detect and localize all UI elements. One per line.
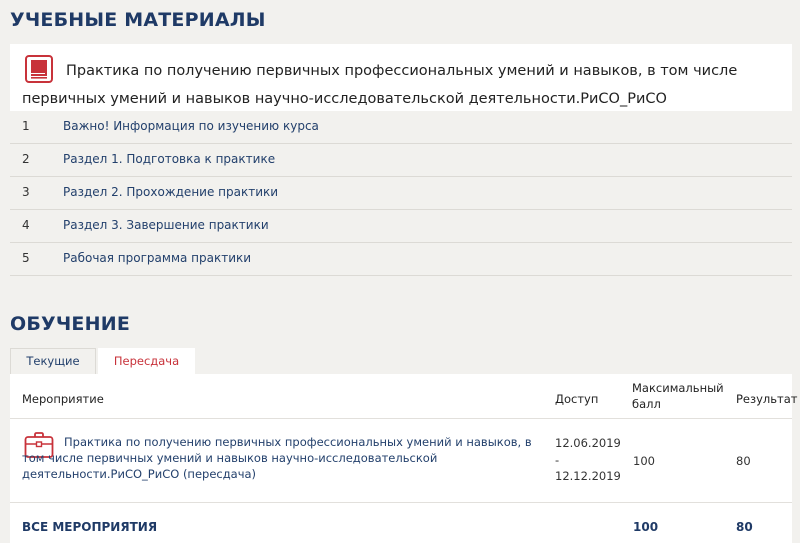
tab-retake[interactable]: Пересдача <box>98 348 195 374</box>
topic-number: 2 <box>22 152 30 166</box>
topic-link[interactable]: Раздел 1. Подготовка к практике <box>63 152 275 166</box>
topic-link[interactable]: Рабочая программа практики <box>63 251 251 265</box>
list-item[interactable]: 1 Важно! Информация по изучению курса <box>10 111 792 144</box>
max-score-header-line2: балл <box>632 397 661 411</box>
result-value: 80 <box>736 454 751 468</box>
course-title[interactable]: Практика по получению первичных професси… <box>22 57 782 113</box>
row-divider <box>10 502 792 503</box>
column-header-event: Мероприятие <box>22 392 104 406</box>
topic-number: 4 <box>22 218 30 232</box>
materials-title: УЧЕБНЫЕ МАТЕРИАЛЫ <box>10 9 266 31</box>
access-separator: - <box>555 452 560 467</box>
topic-number: 1 <box>22 119 30 133</box>
max-score-header-line1: Максимальный <box>632 381 724 395</box>
max-score-value: 100 <box>633 454 655 468</box>
topic-number: 3 <box>22 185 30 199</box>
footer-result: 80 <box>736 520 753 534</box>
topic-list: 1 Важно! Информация по изучению курса 2 … <box>10 111 792 276</box>
column-header-access: Доступ <box>555 392 599 406</box>
tab-current[interactable]: Текущие <box>10 348 96 374</box>
list-item[interactable]: 4 Раздел 3. Завершение практики <box>10 210 792 243</box>
footer-max-score: 100 <box>633 520 659 534</box>
topic-link[interactable]: Раздел 3. Завершение практики <box>63 218 269 232</box>
column-header-max-score: Максимальный балл <box>632 380 732 412</box>
header-divider <box>10 418 792 419</box>
list-item[interactable]: 5 Рабочая программа практики <box>10 243 792 276</box>
column-header-result: Результат <box>736 392 798 406</box>
footer-label: ВСЕ МЕРОПРИЯТИЯ <box>22 520 158 534</box>
list-item[interactable]: 3 Раздел 2. Прохождение практики <box>10 177 792 210</box>
event-link[interactable]: Практика по получению первичных професси… <box>22 434 547 482</box>
access-to: 12.12.2019 <box>555 469 621 483</box>
topic-link[interactable]: Важно! Информация по изучению курса <box>63 119 319 133</box>
list-item[interactable]: 2 Раздел 1. Подготовка к практике <box>10 144 792 177</box>
grades-table: Мероприятие Доступ Максимальный балл Рез… <box>10 374 798 543</box>
access-dates: 12.06.2019 - 12.12.2019 <box>555 435 621 485</box>
course-card: Практика по получению первичных професси… <box>10 44 792 111</box>
learning-title: ОБУЧЕНИЕ <box>10 313 130 335</box>
topic-link[interactable]: Раздел 2. Прохождение практики <box>63 185 278 199</box>
topic-number: 5 <box>22 251 30 265</box>
access-from: 12.06.2019 <box>555 436 621 450</box>
